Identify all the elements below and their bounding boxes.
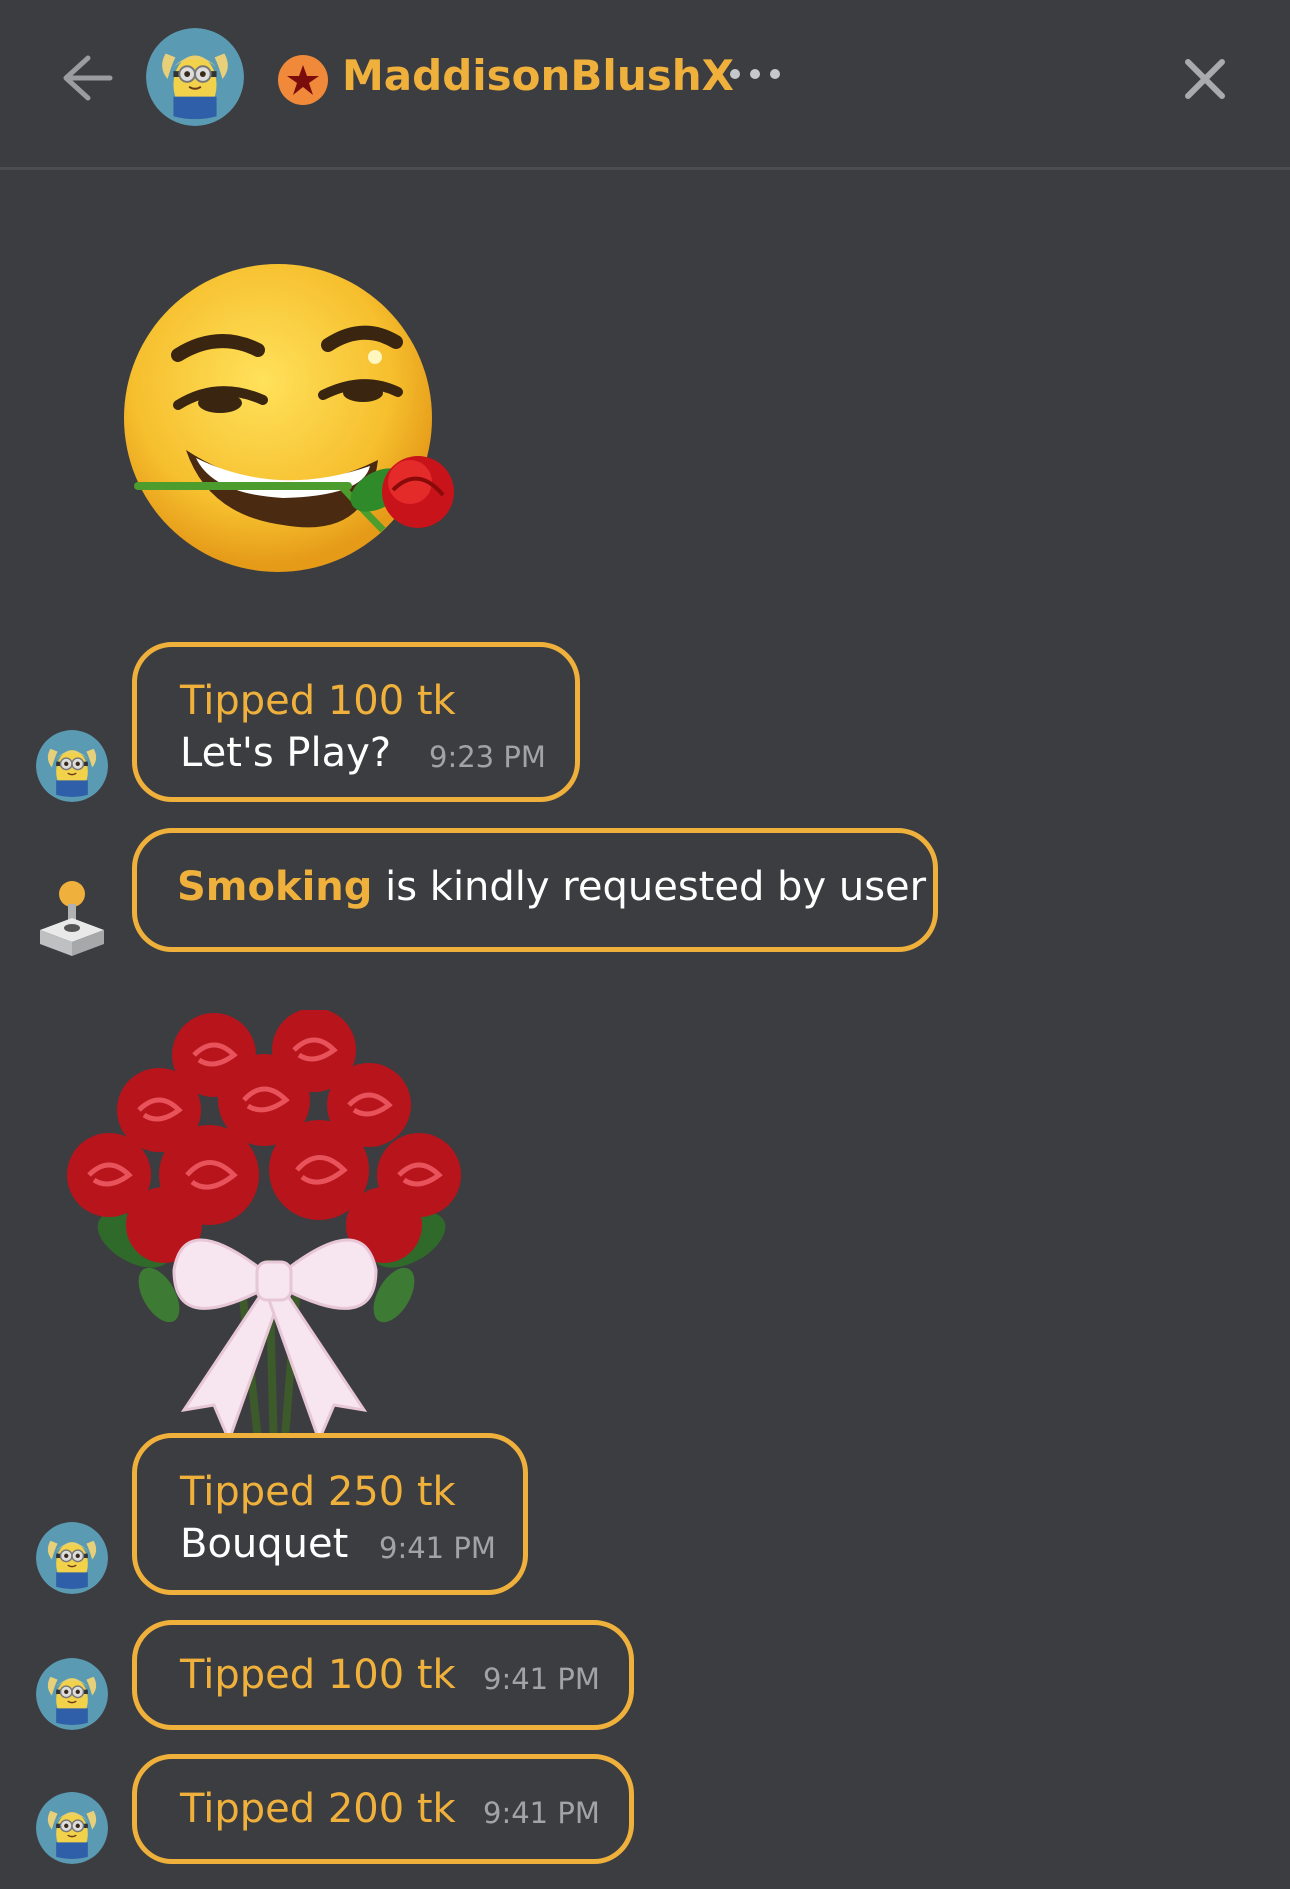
sender-avatar[interactable] xyxy=(36,1792,108,1864)
tip-amount: Tipped 100 tk xyxy=(180,1652,456,1698)
tip-message-bubble: Tipped 200 tk 9:41 PM xyxy=(132,1754,634,1864)
tip-amount: Tipped 250 tk xyxy=(180,1469,456,1515)
close-icon xyxy=(1185,59,1225,99)
star-badge-icon xyxy=(277,54,329,106)
rose-bouquet-sticker xyxy=(64,1008,482,1460)
tip-amount: Tipped 200 tk xyxy=(180,1786,456,1832)
tip-amount: Tipped 100 tk xyxy=(180,678,456,724)
system-message-text: Smoking is kindly requested by user xyxy=(177,863,926,911)
message-text: Let's Play? xyxy=(180,730,392,776)
close-button[interactable] xyxy=(1180,54,1230,104)
more-options-button[interactable] xyxy=(728,64,782,84)
ellipsis-icon xyxy=(730,69,780,79)
message-text: Bouquet xyxy=(180,1521,349,1567)
arrow-left-icon xyxy=(63,55,113,101)
message-time: 9:41 PM xyxy=(483,1662,600,1696)
smirking-face-with-rose-emoji xyxy=(118,260,458,580)
sender-avatar[interactable] xyxy=(36,1522,108,1594)
message-time: 9:41 PM xyxy=(483,1796,600,1830)
message-time: 9:41 PM xyxy=(379,1531,496,1565)
sender-avatar[interactable] xyxy=(36,1658,108,1730)
header-avatar[interactable] xyxy=(146,28,244,126)
chat-header: MaddisonBlushX xyxy=(0,0,1290,170)
tip-message-bubble: Tipped 100 tk Let's Play? 9:23 PM xyxy=(132,642,580,802)
sender-avatar[interactable] xyxy=(36,730,108,802)
joystick-icon xyxy=(36,880,108,956)
system-message-suffix: is kindly requested by user xyxy=(372,864,927,910)
message-time: 9:23 PM xyxy=(429,740,546,774)
requested-activity: Smoking xyxy=(177,864,373,910)
back-button[interactable] xyxy=(58,52,118,104)
tip-message-bubble: Tipped 100 tk 9:41 PM xyxy=(132,1620,634,1730)
username[interactable]: MaddisonBlushX xyxy=(342,46,734,106)
tip-message-bubble: Tipped 250 tk Bouquet 9:41 PM xyxy=(132,1433,528,1595)
system-message-bubble: Smoking is kindly requested by user xyxy=(132,828,938,952)
